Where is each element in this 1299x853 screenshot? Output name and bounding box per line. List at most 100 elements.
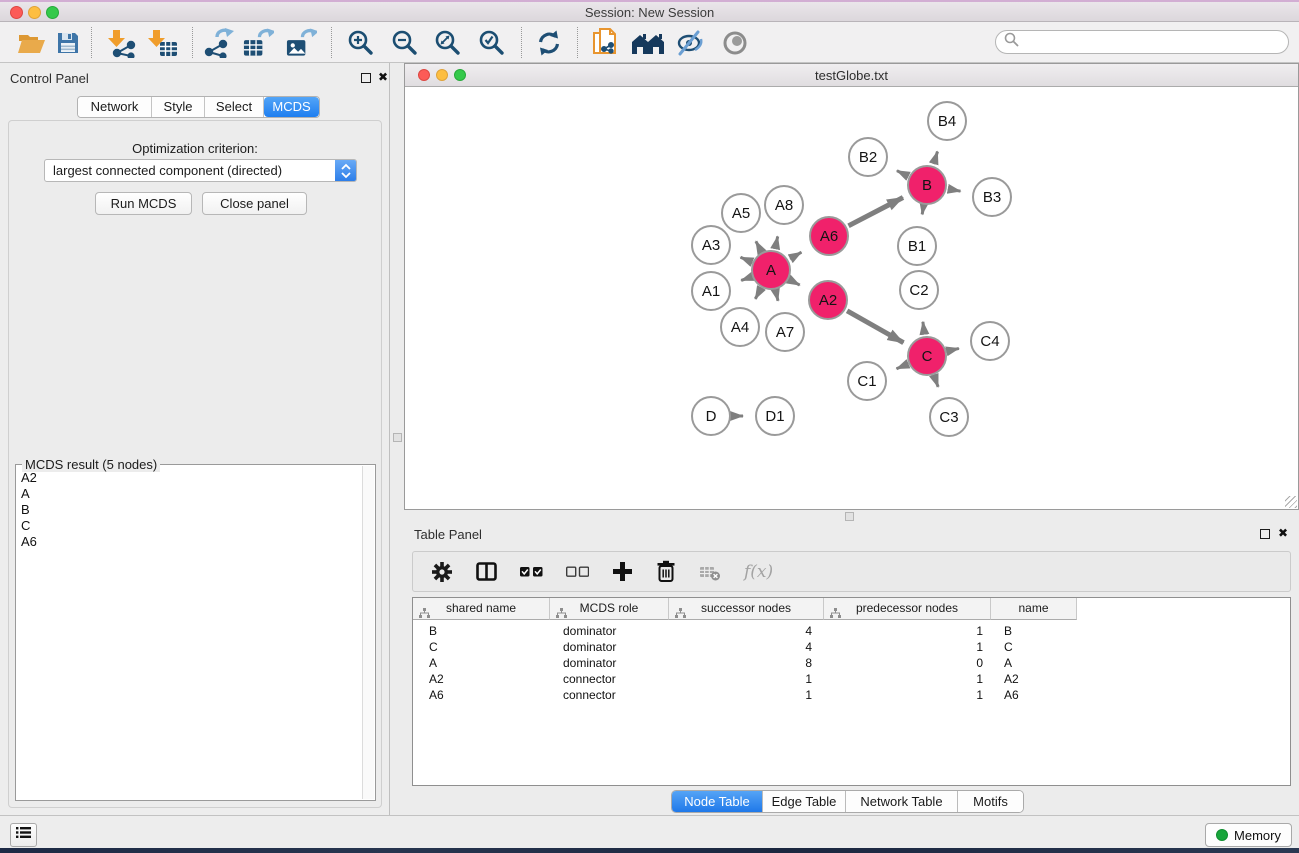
table-row[interactable]: B dominator 4 1 B <box>413 623 1290 639</box>
graph-edge-A-A8[interactable] <box>775 236 777 248</box>
settings-gear-icon[interactable] <box>431 558 453 586</box>
graph-edge-A-A3[interactable] <box>741 257 751 261</box>
network-canvas[interactable]: B4B2BB3A5A8A6A3B1AA1C2A2A4A7CC4C1C3DD1 <box>405 87 1298 509</box>
run-mcds-button[interactable]: Run MCDS <box>95 192 192 215</box>
result-item[interactable]: C <box>17 518 361 534</box>
result-item[interactable]: A <box>17 486 361 502</box>
mcds-result-list[interactable]: A2 A B C A6 <box>17 470 361 799</box>
export-network-icon[interactable] <box>203 27 235 59</box>
graph-node-B3[interactable]: B3 <box>973 178 1011 216</box>
delete-column-icon[interactable] <box>656 558 676 586</box>
graph-node-B2[interactable]: B2 <box>849 138 887 176</box>
graph-edge-A-A6[interactable] <box>790 252 801 259</box>
graph-node-B4[interactable]: B4 <box>928 102 966 140</box>
graph-edge-B-B2[interactable] <box>897 171 907 176</box>
deselect-all-checkboxes-icon[interactable] <box>566 558 589 586</box>
refresh-icon[interactable] <box>533 27 565 59</box>
table-row[interactable]: A2 connector 1 1 A2 <box>413 671 1290 687</box>
tab-network-table[interactable]: Network Table <box>846 791 958 812</box>
graph-edge-A-A2[interactable] <box>791 280 800 285</box>
export-image-icon[interactable] <box>285 27 317 59</box>
graph-edge-A2-C[interactable] <box>847 311 903 343</box>
graph-node-B[interactable]: B <box>908 166 946 204</box>
graph-node-C3[interactable]: C3 <box>930 398 968 436</box>
window-resize-grip[interactable] <box>1285 496 1297 508</box>
vertical-splitter-grip[interactable] <box>393 433 402 442</box>
result-item[interactable]: B <box>17 502 361 518</box>
graph-node-A8[interactable]: A8 <box>765 186 803 224</box>
zoom-fit-icon[interactable] <box>432 27 464 59</box>
graph-edge-A-A1[interactable] <box>741 277 750 280</box>
tab-node-table[interactable]: Node Table <box>672 791 763 812</box>
tab-select[interactable]: Select <box>205 97 264 117</box>
hide-details-icon[interactable] <box>674 27 706 59</box>
clone-network-icon[interactable] <box>590 27 622 59</box>
search-field[interactable] <box>995 30 1289 54</box>
tab-style[interactable]: Style <box>152 97 205 117</box>
horizontal-splitter-grip[interactable] <box>845 512 854 521</box>
tab-motifs[interactable]: Motifs <box>958 791 1023 812</box>
add-column-icon[interactable] <box>612 558 633 586</box>
table-row[interactable]: A6 connector 1 1 A6 <box>413 687 1290 703</box>
zoom-selected-icon[interactable] <box>476 27 508 59</box>
column-header-mcds-role[interactable]: MCDS role <box>550 598 669 620</box>
graph-node-C[interactable]: C <box>908 337 946 375</box>
graph-edge-C-C2[interactable] <box>923 322 925 334</box>
result-item[interactable]: A2 <box>17 470 361 486</box>
select-all-checkboxes-icon[interactable] <box>520 558 543 586</box>
criterion-select[interactable]: largest connected component (directed) <box>44 159 357 182</box>
close-panel-icon[interactable]: ✖ <box>378 72 388 82</box>
graph-edge-A-A5[interactable] <box>756 241 761 250</box>
float-panel-icon[interactable] <box>361 73 371 83</box>
graph-edge-C-C4[interactable] <box>948 348 959 351</box>
function-builder-icon[interactable]: f(x) <box>744 558 773 586</box>
graph-node-B1[interactable]: B1 <box>898 227 936 265</box>
network-window-titlebar[interactable]: testGlobe.txt <box>405 64 1298 87</box>
column-header-predecessor-nodes[interactable]: predecessor nodes <box>824 598 991 620</box>
export-table-icon[interactable] <box>242 27 274 59</box>
graph-edge-A-A4[interactable] <box>755 289 760 299</box>
network-graph[interactable]: B4B2BB3A5A8A6A3B1AA1C2A2A4A7CC4C1C3DD1 <box>405 87 1298 509</box>
graph-node-A5[interactable]: A5 <box>722 194 760 232</box>
graph-node-C4[interactable]: C4 <box>971 322 1009 360</box>
graph-node-A4[interactable]: A4 <box>721 308 759 346</box>
import-table-icon[interactable] <box>146 27 178 59</box>
column-view-icon[interactable] <box>476 558 497 586</box>
graph-node-A1[interactable]: A1 <box>692 272 730 310</box>
task-history-button[interactable] <box>10 823 37 847</box>
column-header-shared-name[interactable]: shared name <box>413 598 550 620</box>
graph-edge-B-B1[interactable] <box>922 207 923 215</box>
graph-node-D[interactable]: D <box>692 397 730 435</box>
first-neighbors-icon[interactable] <box>630 27 666 59</box>
tab-network[interactable]: Network <box>78 97 152 117</box>
import-network-icon[interactable] <box>104 27 136 59</box>
graph-edge-C-C3[interactable] <box>935 377 939 387</box>
close-table-panel-icon[interactable]: ✖ <box>1278 528 1288 538</box>
graph-edge-A-A7[interactable] <box>776 292 778 301</box>
result-scrollbar[interactable] <box>362 466 374 799</box>
graph-node-A7[interactable]: A7 <box>766 313 804 351</box>
save-session-icon[interactable] <box>52 27 84 59</box>
table-row[interactable]: A dominator 8 0 A <box>413 655 1290 671</box>
search-input[interactable] <box>1024 35 1280 50</box>
graph-node-C1[interactable]: C1 <box>848 362 886 400</box>
node-table[interactable]: shared name MCDS role successor nodes pr… <box>412 597 1291 786</box>
close-panel-button[interactable]: Close panel <box>202 192 307 215</box>
delete-table-icon[interactable] <box>699 558 721 586</box>
graph-node-D1[interactable]: D1 <box>756 397 794 435</box>
graph-edge-B-B4[interactable] <box>934 152 938 165</box>
memory-button[interactable]: Memory <box>1205 823 1292 847</box>
graph-node-C2[interactable]: C2 <box>900 271 938 309</box>
tab-mcds[interactable]: MCDS <box>264 97 319 117</box>
graph-node-A6[interactable]: A6 <box>810 217 848 255</box>
graph-node-A2[interactable]: A2 <box>809 281 847 319</box>
float-table-panel-icon[interactable] <box>1260 529 1270 539</box>
result-item[interactable]: A6 <box>17 534 361 550</box>
zoom-in-icon[interactable] <box>345 27 377 59</box>
graph-edge-C-C1[interactable] <box>897 365 907 369</box>
graph-edge-B-B3[interactable] <box>949 189 961 191</box>
zoom-out-icon[interactable] <box>389 27 421 59</box>
open-file-icon[interactable] <box>15 27 47 59</box>
show-details-icon[interactable] <box>719 27 751 59</box>
table-row[interactable]: C dominator 4 1 C <box>413 639 1290 655</box>
